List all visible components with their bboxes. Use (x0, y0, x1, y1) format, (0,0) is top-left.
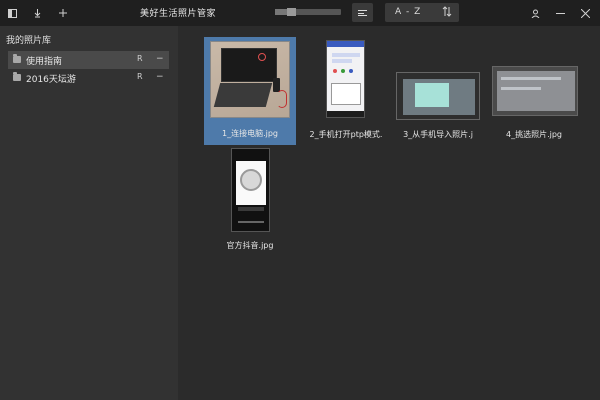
photo-caption: 3_从手机导入照片.j (403, 130, 473, 139)
sidebar-item-label: 2016天坛游 (26, 75, 76, 85)
photo-thumbnail (210, 41, 290, 118)
rename-button[interactable]: R (137, 54, 143, 63)
photo-caption: 2_手机打开ptp模式. (309, 130, 383, 139)
zoom-slider[interactable] (275, 8, 341, 16)
photo-thumbnail[interactable] (231, 148, 270, 232)
minimize-icon[interactable] (551, 4, 569, 22)
folder-icon (13, 72, 21, 81)
sort-direction-icon[interactable] (442, 6, 452, 20)
photo-thumbnail[interactable] (396, 72, 480, 120)
sidebar-item-2016-temple-trip[interactable]: 2016天坛游 R − (8, 69, 169, 87)
add-icon[interactable] (54, 4, 72, 22)
remove-button[interactable]: − (156, 54, 164, 64)
user-icon[interactable] (526, 4, 544, 22)
close-icon[interactable] (576, 4, 594, 22)
sidebar-item-label: 使用指南 (26, 57, 63, 67)
library-header: 我的照片库 (6, 36, 52, 46)
photo-thumbnail[interactable] (492, 66, 578, 116)
import-icon[interactable] (28, 4, 46, 22)
photo-grid: 1_连接电脑.jpg 2_手机打开ptp模式. 3_从手机导入照片.j 4_挑选… (178, 26, 600, 400)
sidebar-toggle-icon[interactable] (3, 4, 21, 22)
sort-menu-button[interactable] (352, 3, 373, 22)
sidebar: 我的照片库 使用指南 R − 2016天坛游 R − (0, 26, 178, 400)
sidebar-item-guide[interactable]: 使用指南 R − (8, 51, 169, 69)
sort-select[interactable]: A - Z (385, 3, 459, 22)
rename-button[interactable]: R (137, 72, 143, 81)
zoom-slider-thumb[interactable] (287, 8, 296, 16)
photo-caption: 1_连接电脑.jpg (221, 129, 278, 138)
title-bar: 美好生活照片管家 A - Z (0, 0, 600, 26)
remove-button[interactable]: − (156, 72, 164, 82)
menu-icon (358, 9, 367, 16)
photo-caption: 官方抖音.jpg (226, 241, 274, 250)
photo-thumbnail[interactable] (326, 40, 365, 118)
photo-tile[interactable]: 1_连接电脑.jpg (204, 37, 296, 145)
window-title: 美好生活照片管家 (140, 9, 217, 19)
folder-icon (13, 54, 21, 63)
sort-field-value: A - Z (395, 7, 422, 17)
photo-caption: 4_挑选照片.jpg (505, 130, 562, 139)
